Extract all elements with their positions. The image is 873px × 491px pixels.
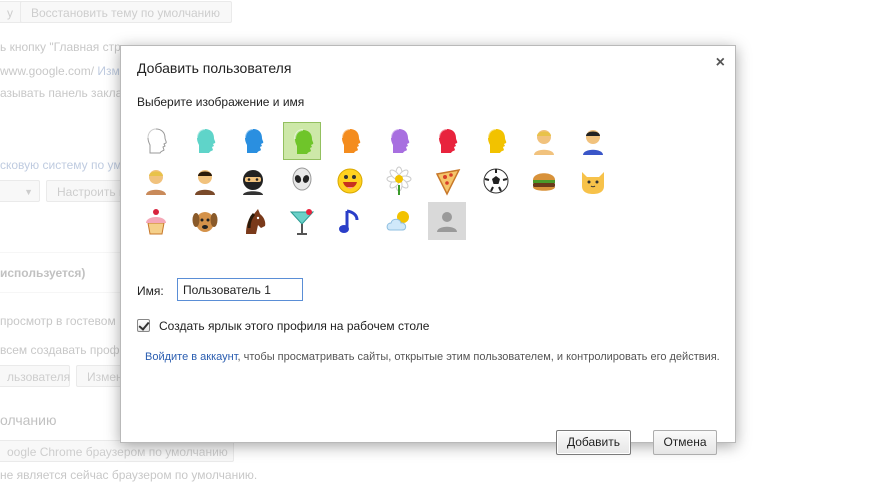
avatar-man-icon xyxy=(194,170,215,195)
avatar-cupcake-icon xyxy=(146,209,166,235)
avatar-generic-placeholder[interactable] xyxy=(428,202,466,240)
shortcut-label[interactable]: Создать ярлык этого профиля на рабочем с… xyxy=(159,319,429,333)
supervised-info: Войдите в аккаунт, чтобы просматривать с… xyxy=(145,349,720,366)
name-input[interactable] xyxy=(177,278,303,301)
avatar-sun-cloud[interactable] xyxy=(380,202,418,240)
avatar-woman-sunglasses-icon xyxy=(146,170,166,195)
avatar-cocktail[interactable] xyxy=(283,202,321,240)
avatar-pizza[interactable] xyxy=(428,162,466,200)
avatar-purple-head-icon xyxy=(389,128,409,153)
avatar-teal-head[interactable] xyxy=(186,122,224,160)
dialog-title: Добавить пользователя xyxy=(137,60,292,76)
signin-link[interactable]: Войдите в аккаунт xyxy=(145,351,238,363)
avatar-dog[interactable] xyxy=(186,202,224,240)
avatar-orange-head-icon xyxy=(341,128,361,153)
add-user-dialog: Добавить пользователя × Выберите изображ… xyxy=(120,45,736,455)
avatar-ninja-icon xyxy=(243,170,263,195)
avatar-yellow-head-icon xyxy=(486,128,506,153)
avatar-yellow-head[interactable] xyxy=(477,122,515,160)
avatar-smiley[interactable] xyxy=(331,162,369,200)
avatar-red-head-icon xyxy=(438,128,458,153)
avatar-white-head[interactable] xyxy=(137,122,175,160)
avatar-cocktail-icon xyxy=(289,209,314,235)
avatar-blue-head[interactable] xyxy=(234,122,272,160)
avatar-music-note-icon xyxy=(339,209,359,233)
avatar-orange-head[interactable] xyxy=(331,122,369,160)
avatar-teal-head-icon xyxy=(195,128,215,153)
avatar-purple-head[interactable] xyxy=(380,122,418,160)
avatar-businesswoman[interactable] xyxy=(525,122,563,160)
avatar-soccer-ball-icon xyxy=(483,168,508,194)
avatar-cupcake[interactable] xyxy=(137,202,175,240)
add-button[interactable]: Добавить xyxy=(556,430,631,455)
avatar-businesswoman-icon xyxy=(534,130,554,155)
avatar-horse-icon xyxy=(246,209,266,234)
avatar-sun-cloud-icon xyxy=(386,211,409,231)
avatar-pizza-icon xyxy=(435,168,461,196)
avatar-soccer-ball[interactable] xyxy=(477,162,515,200)
avatar-cat[interactable] xyxy=(574,162,612,200)
avatar-burger[interactable] xyxy=(525,162,563,200)
name-label: Имя: xyxy=(137,284,164,298)
avatar-green-head[interactable] xyxy=(282,122,321,160)
avatar-superhero-icon xyxy=(582,130,603,155)
cancel-button[interactable]: Отмена xyxy=(653,430,717,455)
avatar-flower-icon xyxy=(386,166,411,195)
avatar-green-head-icon xyxy=(293,129,313,154)
avatar-burger-icon xyxy=(533,173,555,191)
avatar-generic-placeholder-icon xyxy=(437,212,457,232)
avatar-ninja[interactable] xyxy=(234,162,272,200)
shortcut-checkbox[interactable] xyxy=(137,319,150,332)
close-icon[interactable]: × xyxy=(716,54,725,72)
avatar-man[interactable] xyxy=(186,162,224,200)
avatar-red-head[interactable] xyxy=(428,122,466,160)
avatar-alien-icon xyxy=(292,167,311,191)
avatar-smiley-icon xyxy=(337,168,363,194)
avatar-blue-head-icon xyxy=(244,128,264,153)
avatar-horse[interactable] xyxy=(234,202,272,240)
avatar-woman-sunglasses[interactable] xyxy=(137,162,175,200)
avatar-cat-icon xyxy=(581,172,604,194)
avatar-music-note[interactable] xyxy=(331,202,369,240)
signin-text: , чтобы просматривать сайты, открытые эт… xyxy=(237,351,720,363)
dialog-subtitle: Выберите изображение и имя xyxy=(137,95,305,109)
avatar-flower[interactable] xyxy=(380,162,418,200)
avatar-white-head-icon xyxy=(147,128,167,154)
avatar-dog-icon xyxy=(192,212,217,232)
avatar-alien[interactable] xyxy=(283,162,321,200)
avatar-superhero[interactable] xyxy=(574,122,612,160)
